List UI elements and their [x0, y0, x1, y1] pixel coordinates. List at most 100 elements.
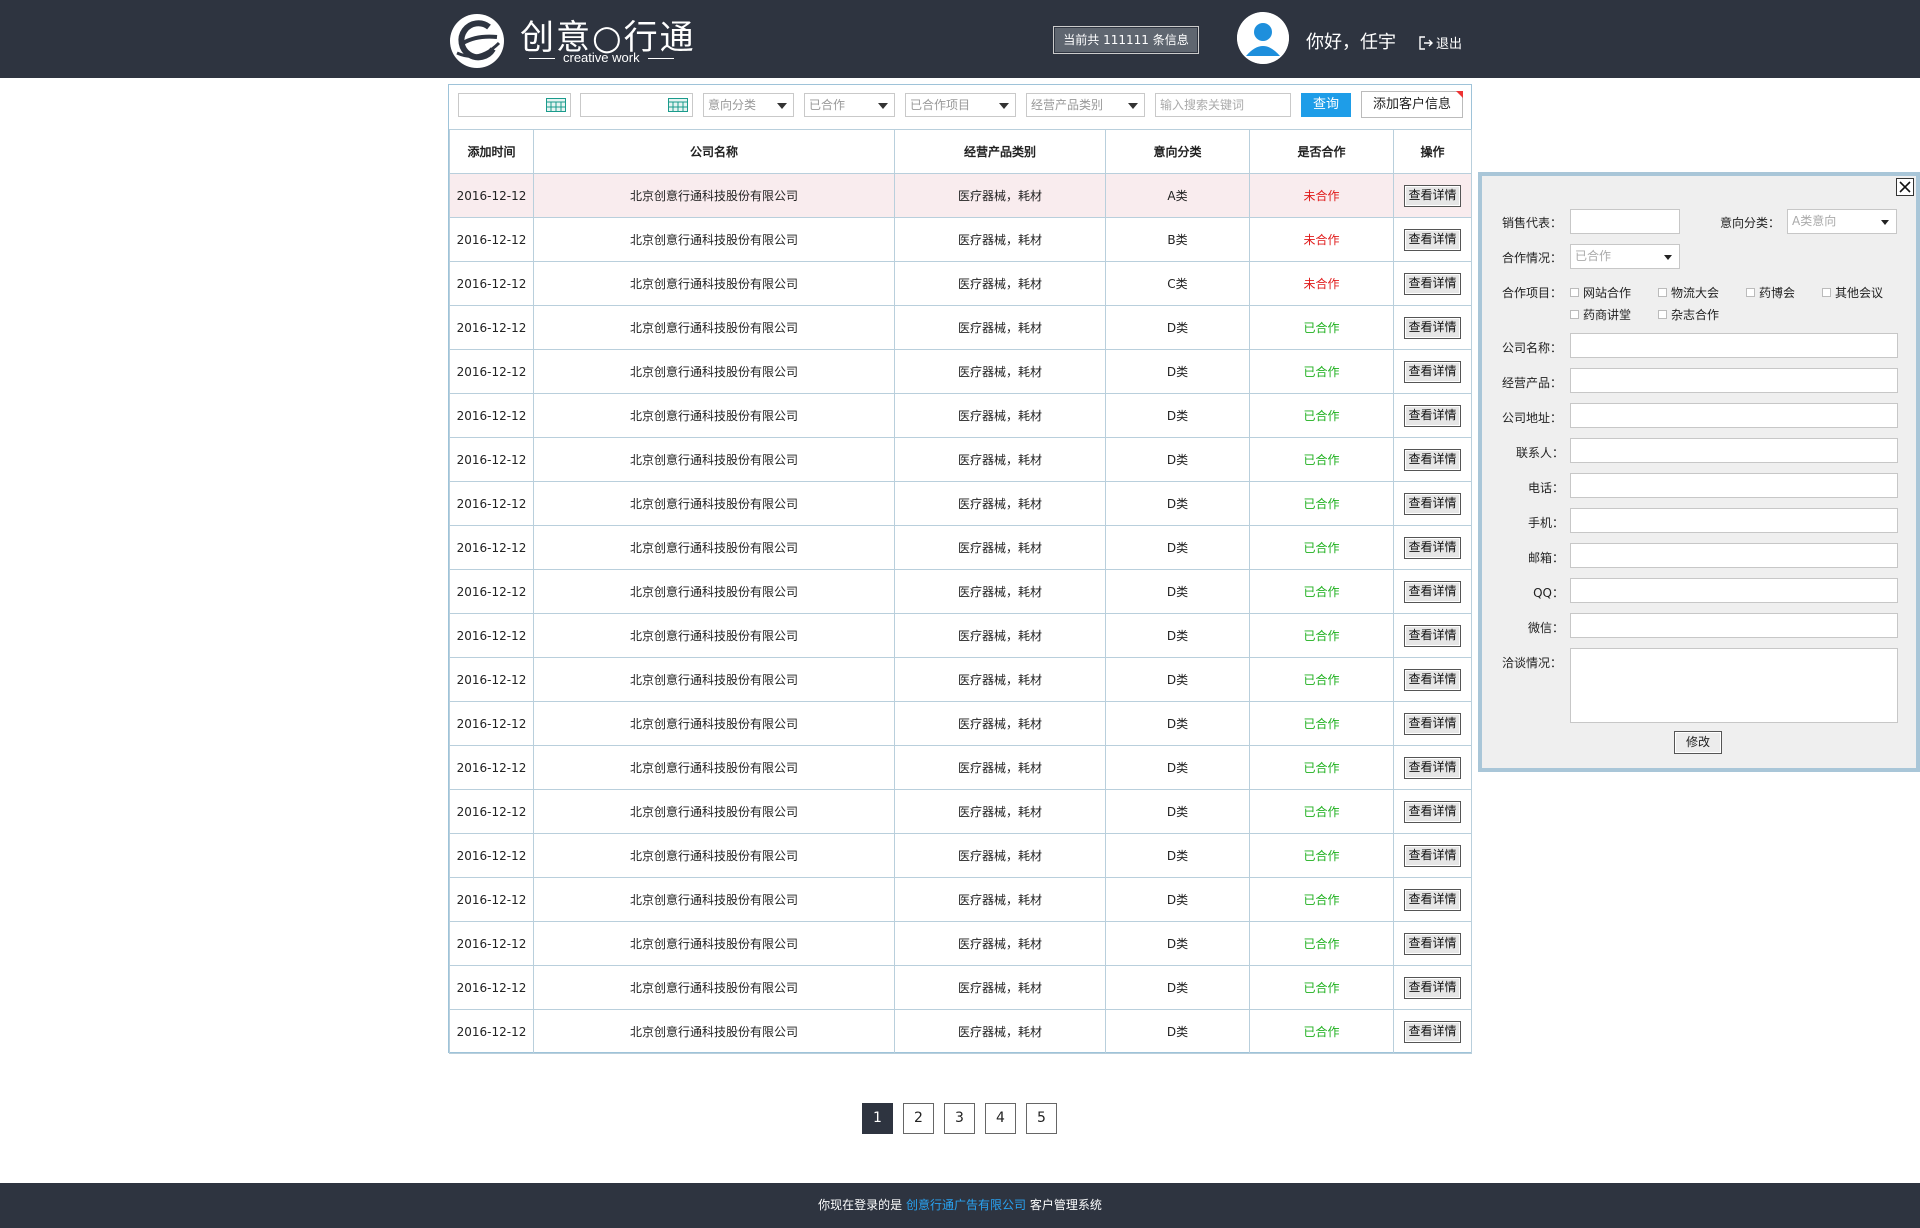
email-input[interactable]: [1570, 543, 1898, 568]
cell-product: 医疗器械，耗材: [894, 261, 1106, 306]
view-detail-button[interactable]: 查看详情: [1404, 184, 1461, 207]
filter-toolbar: 意向分类 已合作 已合作项目 经营产品类别 输入搜索关键词 查询 添加客户信息: [449, 85, 1471, 129]
pagination: 1 2 3 4 5: [862, 1103, 1057, 1134]
search-input[interactable]: 输入搜索关键词: [1155, 93, 1291, 117]
product-category-select[interactable]: 经营产品类别: [1026, 93, 1145, 117]
cell-status: 已合作: [1249, 789, 1394, 834]
view-detail-button[interactable]: 查看详情: [1404, 976, 1461, 999]
view-detail-button[interactable]: 查看详情: [1404, 624, 1461, 647]
cell-product: 医疗器械，耗材: [894, 305, 1106, 350]
close-icon[interactable]: [1896, 178, 1914, 196]
intent-select[interactable]: A类意向: [1787, 209, 1897, 234]
table-row: 2016-12-12 北京创意行通科技股份有限公司 医疗器械，耗材 B类 未合作 查看详情: [449, 217, 1472, 262]
view-detail-button[interactable]: 查看详情: [1404, 888, 1461, 911]
cell-company: 北京创意行通科技股份有限公司: [533, 833, 895, 878]
email-label: 邮箱：: [1527, 551, 1564, 565]
table-row: 2016-12-12 北京创意行通科技股份有限公司 医疗器械，耗材 D类 已合作 查看详情: [449, 745, 1472, 790]
view-detail-button[interactable]: 查看详情: [1404, 580, 1461, 603]
project-checkbox[interactable]: 其他会议: [1822, 284, 1883, 301]
user-greeting: 你好，任宇: [1306, 32, 1396, 53]
calendar-icon[interactable]: [668, 98, 688, 112]
project-checkbox[interactable]: 网站合作: [1570, 284, 1631, 301]
page-button-3[interactable]: 3: [944, 1103, 975, 1134]
view-detail-button[interactable]: 查看详情: [1404, 228, 1461, 251]
view-detail-button[interactable]: 查看详情: [1404, 272, 1461, 295]
phone-input[interactable]: [1570, 473, 1898, 498]
checkbox-icon[interactable]: [1658, 288, 1667, 297]
footer-company-link[interactable]: 创意行通广告有限公司: [906, 1198, 1026, 1212]
cell-action: 查看详情: [1393, 437, 1472, 482]
start-date-input[interactable]: [458, 93, 571, 117]
query-button[interactable]: 查询: [1301, 93, 1351, 117]
product-input[interactable]: [1570, 368, 1898, 393]
view-detail-button[interactable]: 查看详情: [1404, 932, 1461, 955]
cell-product: 医疗器械，耗材: [894, 833, 1106, 878]
modify-button[interactable]: 修改: [1674, 731, 1722, 754]
end-date-input[interactable]: [580, 93, 693, 117]
project-checkbox[interactable]: 物流大会: [1658, 284, 1719, 301]
checkbox-icon[interactable]: [1570, 310, 1579, 319]
cell-product: 医疗器械，耗材: [894, 965, 1106, 1010]
view-detail-button[interactable]: 查看详情: [1404, 492, 1461, 515]
cell-intent: D类: [1105, 745, 1250, 790]
address-input[interactable]: [1570, 403, 1898, 428]
coop-project-select[interactable]: 已合作项目: [905, 93, 1016, 117]
mobile-label: 手机：: [1527, 516, 1564, 530]
add-customer-button[interactable]: 添加客户信息: [1361, 91, 1463, 118]
cell-date: 2016-12-12: [449, 1009, 534, 1054]
checkbox-icon[interactable]: [1822, 288, 1831, 297]
checkbox-icon[interactable]: [1570, 288, 1579, 297]
intent-category-select[interactable]: 意向分类: [703, 93, 794, 117]
view-detail-button[interactable]: 查看详情: [1404, 756, 1461, 779]
footer-suffix: 客户管理系统: [1029, 1198, 1102, 1212]
view-detail-button[interactable]: 查看详情: [1404, 404, 1461, 427]
wechat-input[interactable]: [1570, 613, 1898, 638]
user-avatar-icon[interactable]: [1237, 12, 1289, 64]
cell-status: 已合作: [1249, 877, 1394, 922]
notes-textarea[interactable]: [1570, 648, 1898, 723]
cell-date: 2016-12-12: [449, 349, 534, 394]
cell-action: 查看详情: [1393, 1009, 1472, 1054]
contact-input[interactable]: [1570, 438, 1898, 463]
col-header-action: 操作: [1393, 129, 1472, 174]
view-detail-button[interactable]: 查看详情: [1404, 800, 1461, 823]
col-header-company: 公司名称: [533, 129, 895, 174]
page-button-5[interactable]: 5: [1026, 1103, 1057, 1134]
checkbox-icon[interactable]: [1746, 288, 1755, 297]
logo-subtitle: creative work: [521, 50, 682, 65]
view-detail-button[interactable]: 查看详情: [1404, 668, 1461, 691]
cell-intent: D类: [1105, 701, 1250, 746]
logout-link[interactable]: 退出: [1419, 33, 1462, 52]
cell-date: 2016-12-12: [449, 437, 534, 482]
view-detail-button[interactable]: 查看详情: [1404, 536, 1461, 559]
project-checkbox[interactable]: 药博会: [1746, 284, 1795, 301]
chevron-down-icon: [1128, 103, 1138, 109]
cell-product: 医疗器械，耗材: [894, 1009, 1106, 1054]
cell-action: 查看详情: [1393, 393, 1472, 438]
company-input[interactable]: [1570, 333, 1898, 358]
cell-status: 已合作: [1249, 613, 1394, 658]
view-detail-button[interactable]: 查看详情: [1404, 316, 1461, 339]
mobile-input[interactable]: [1570, 508, 1898, 533]
qq-input[interactable]: [1570, 578, 1898, 603]
page-button-1[interactable]: 1: [862, 1103, 893, 1134]
page-button-4[interactable]: 4: [985, 1103, 1016, 1134]
view-detail-button[interactable]: 查看详情: [1404, 448, 1461, 471]
cell-status: 已合作: [1249, 657, 1394, 702]
qq-label: QQ：: [1533, 586, 1564, 600]
corner-marker-icon: [1456, 91, 1463, 98]
project-checkbox[interactable]: 药商讲堂: [1570, 306, 1631, 323]
project-checkbox[interactable]: 杂志合作: [1658, 306, 1719, 323]
view-detail-button[interactable]: 查看详情: [1404, 360, 1461, 383]
coop-select[interactable]: 已合作: [1570, 244, 1680, 269]
page-button-2[interactable]: 2: [903, 1103, 934, 1134]
checkbox-icon[interactable]: [1658, 310, 1667, 319]
view-detail-button[interactable]: 查看详情: [1404, 1020, 1461, 1043]
cell-action: 查看详情: [1393, 261, 1472, 306]
view-detail-button[interactable]: 查看详情: [1404, 712, 1461, 735]
sales-rep-input[interactable]: [1570, 209, 1680, 234]
coop-status-select[interactable]: 已合作: [804, 93, 895, 117]
cell-date: 2016-12-12: [449, 393, 534, 438]
calendar-icon[interactable]: [546, 98, 566, 112]
view-detail-button[interactable]: 查看详情: [1404, 844, 1461, 867]
